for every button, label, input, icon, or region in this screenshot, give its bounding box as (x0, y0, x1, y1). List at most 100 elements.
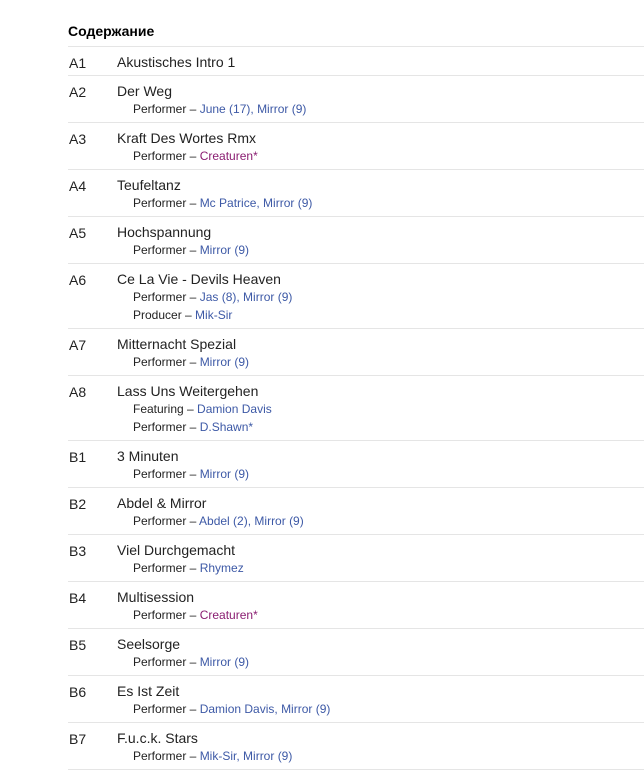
credit-role: Performer (133, 514, 187, 528)
credit-dash: – (186, 290, 200, 304)
artist-link[interactable]: Mirror (9) (281, 702, 330, 716)
artist-link[interactable]: Creaturen (200, 149, 253, 163)
track-title: Ce La Vie - Devils Heaven (117, 271, 281, 287)
track-position: A6 (69, 272, 87, 288)
track-position: B1 (69, 449, 87, 465)
track-title: Abdel & Mirror (117, 495, 207, 511)
track-credit: Performer – Mc Patrice, Mirror (9) (133, 194, 644, 212)
track-title: Teufeltanz (117, 177, 181, 193)
track-position: B4 (69, 590, 87, 606)
track-row: B3 Viel Durchgemacht Performer – Rhymez (68, 535, 644, 582)
credit-dash: – (186, 243, 200, 257)
track-title: Es Ist Zeit (117, 683, 180, 699)
track-row: A5 Hochspannung Performer – Mirror (9) (68, 217, 644, 264)
track-credit: Performer – D.Shawn* (133, 418, 644, 436)
tracklist-section: Содержание A1 Akustisches Intro 1 A2 Der We… (68, 16, 644, 770)
track-row: B4 Multisession Performer – Creaturen* (68, 582, 644, 629)
credit-dash: – (186, 561, 200, 575)
track-row: A7 Mitternacht Spezial Performer – Mirror … (68, 329, 644, 376)
credit-role: Performer (133, 467, 187, 481)
credit-dash: – (186, 702, 200, 716)
track-credit: Performer – Creaturen* (133, 147, 644, 165)
track-title: F.u.c.k. Stars (117, 730, 198, 746)
track-row: B1 3 Minuten Performer – Mirror (9) (68, 441, 644, 488)
artist-link[interactable]: June (17) (200, 102, 251, 116)
track-position: B3 (69, 543, 87, 559)
section-heading: Содержание (68, 16, 644, 47)
artist-link[interactable]: Damion Davis (197, 402, 272, 416)
track-title: Hochspannung (117, 224, 212, 240)
track-credit: Performer – Mirror (9) (133, 353, 644, 371)
artist-link[interactable]: Mirror (9) (200, 243, 249, 257)
track-position: B6 (69, 684, 87, 700)
credit-dash: – (186, 196, 200, 210)
track-row: A8 Lass Uns Weitergehen Featuring – Damion… (68, 376, 644, 441)
track-credit: Performer – Jas (8), Mirror (9) (133, 288, 644, 306)
track-position: A7 (69, 337, 87, 353)
track-title: Kraft Des Wortes Rmx (117, 130, 256, 146)
track-credit: Performer – Damion Davis, Mirror (9) (133, 700, 644, 718)
artist-suffix: * (253, 608, 258, 622)
track-row: A1 Akustisches Intro 1 (68, 47, 644, 76)
track-position: B7 (69, 731, 87, 747)
artist-link[interactable]: Damion Davis (200, 702, 275, 716)
artist-link[interactable]: Mik-Sir (195, 308, 232, 322)
credit-dash: – (186, 420, 200, 434)
credit-role: Performer (133, 290, 187, 304)
artist-link[interactable]: Mik-Sir (200, 749, 237, 763)
track-position: B2 (69, 496, 87, 512)
credit-role: Featuring (133, 402, 184, 416)
track-credit: Performer – Mirror (9) (133, 465, 644, 483)
artist-suffix: * (248, 420, 254, 434)
credit-role: Performer (133, 102, 187, 116)
credit-role: Performer (133, 149, 187, 163)
credit-dash: – (186, 655, 200, 669)
credit-dash: – (186, 467, 200, 481)
artist-link[interactable]: Mirror (9) (200, 467, 249, 481)
track-credit: Performer – Creaturen* (133, 606, 644, 624)
artist-link[interactable]: Mirror (9) (243, 290, 292, 304)
track-row: B7 F.u.c.k. Stars Performer – Mik-Sir, Mir… (68, 723, 644, 770)
track-position: B5 (69, 637, 87, 653)
credit-role: Performer (133, 561, 187, 575)
credit-role: Performer (133, 196, 187, 210)
track-title: Mitternacht Spezial (117, 336, 237, 352)
credit-role: Performer (133, 355, 187, 369)
credit-dash: – (186, 355, 200, 369)
track-position: A5 (69, 225, 87, 241)
artist-link[interactable]: Mc Patrice (200, 196, 257, 210)
track-credit: Performer – Mirror (9) (133, 241, 644, 259)
artist-separator: , (236, 749, 244, 763)
artist-link[interactable]: Mirror (9) (243, 749, 292, 763)
track-credit: Performer – Mirror (9) (133, 653, 644, 671)
track-credit: Performer – Mik-Sir, Mirror (9) (133, 747, 644, 765)
artist-link[interactable]: Abdel (2) (199, 514, 248, 528)
track-title: Viel Durchgemacht (117, 542, 236, 558)
artist-link[interactable]: D.Shawn (200, 420, 249, 434)
track-title: Akustisches Intro 1 (117, 54, 236, 70)
track-row: A6 Ce La Vie - Devils Heaven Performer – J… (68, 264, 644, 329)
credit-role: Performer (133, 655, 187, 669)
track-credit: Performer – June (17), Mirror (9) (133, 100, 644, 118)
credit-dash: – (186, 608, 200, 622)
track-position: A3 (69, 131, 87, 147)
tracklist: A1 Akustisches Intro 1 A2 Der Weg Performer … (68, 47, 644, 770)
artist-link[interactable]: Mirror (9) (200, 655, 249, 669)
track-position: A1 (69, 55, 87, 71)
track-position: A8 (69, 384, 87, 400)
track-row: A3 Kraft Des Wortes Rmx Performer – Creatu… (68, 123, 644, 170)
artist-link[interactable]: Mirror (9) (263, 196, 312, 210)
artist-link[interactable]: Mirror (9) (257, 102, 306, 116)
credit-role: Performer (133, 608, 187, 622)
track-title: Lass Uns Weitergehen (117, 383, 259, 399)
credit-dash: – (186, 514, 200, 528)
artist-link[interactable]: Mirror (9) (200, 355, 249, 369)
artist-link[interactable]: Jas (8) (200, 290, 237, 304)
artist-link[interactable]: Rhymez (200, 561, 244, 575)
track-row: B6 Es Ist Zeit Performer – Damion Davis, M… (68, 676, 644, 723)
track-credit: Performer – Abdel (2), Mirror (9) (133, 512, 644, 530)
track-title: Der Weg (117, 83, 172, 99)
artist-link[interactable]: Mirror (9) (254, 514, 303, 528)
artist-link[interactable]: Creaturen (200, 608, 253, 622)
credit-role: Performer (133, 749, 187, 763)
